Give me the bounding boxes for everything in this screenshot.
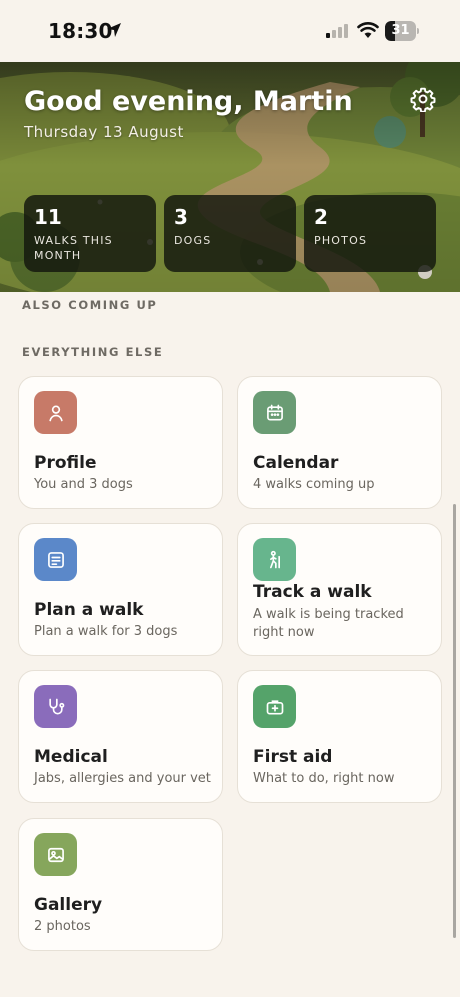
first-aid-kit-icon bbox=[253, 685, 296, 728]
stethoscope-icon bbox=[34, 685, 77, 728]
tile-first-aid[interactable]: First aid What to do, right now bbox=[237, 670, 442, 803]
walking-person-icon bbox=[253, 538, 296, 581]
stat-label: Walks this month bbox=[34, 234, 113, 262]
tile-plan-a-walk[interactable]: Plan a walk Plan a walk for 3 dogs bbox=[18, 523, 223, 656]
stat-value: 3 bbox=[174, 205, 188, 229]
tile-title: First aid bbox=[253, 747, 333, 767]
greeting-title: Good evening, Martin bbox=[24, 86, 353, 117]
tile-profile[interactable]: Profile You and 3 dogs bbox=[18, 376, 223, 509]
stat-value: 2 bbox=[314, 205, 328, 229]
tile-calendar[interactable]: Calendar 4 walks coming up bbox=[237, 376, 442, 509]
tile-title: Gallery bbox=[34, 895, 103, 915]
tile-medical[interactable]: Medical Jabs, allergies and your vet bbox=[18, 670, 223, 803]
tile-subtitle: You and 3 dogs bbox=[34, 477, 133, 492]
tile-subtitle: Jabs, allergies and your vet bbox=[34, 771, 211, 786]
tile-title: Calendar bbox=[253, 453, 339, 473]
hero-date: Thursday 13 August bbox=[24, 123, 184, 141]
battery-icon: 31 bbox=[385, 21, 419, 41]
image-icon bbox=[34, 833, 77, 876]
wifi-icon bbox=[357, 22, 379, 38]
scrollbar[interactable] bbox=[453, 504, 456, 938]
tile-track-a-walk[interactable]: Track a walk A walk is being tracked rig… bbox=[237, 523, 442, 656]
section-everything-else: Everything else bbox=[22, 345, 164, 359]
tile-title: Plan a walk bbox=[34, 600, 144, 620]
calendar-icon bbox=[253, 391, 296, 434]
stat-dogs: 3 Dogs bbox=[164, 195, 296, 272]
stat-value: 11 bbox=[34, 205, 62, 229]
location-arrow-icon bbox=[107, 23, 121, 37]
cellular-signal-icon bbox=[326, 24, 348, 38]
stat-label: Dogs bbox=[174, 234, 212, 247]
tile-subtitle: 4 walks coming up bbox=[253, 477, 375, 492]
tile-gallery[interactable]: Gallery 2 photos bbox=[18, 818, 223, 951]
tile-subtitle: A walk is being tracked right now bbox=[253, 607, 404, 640]
notes-icon bbox=[34, 538, 77, 581]
gear-icon[interactable] bbox=[410, 86, 436, 112]
status-bar: 18:30 31 bbox=[0, 0, 460, 62]
tile-title: Profile bbox=[34, 453, 97, 473]
tile-subtitle: 2 photos bbox=[34, 919, 91, 934]
battery-percentage: 31 bbox=[391, 23, 410, 38]
tile-title: Track a walk bbox=[253, 582, 372, 602]
stat-walks-this-month: 11 Walks this month bbox=[24, 195, 156, 272]
tile-subtitle: Plan a walk for 3 dogs bbox=[34, 624, 178, 639]
tile-title: Medical bbox=[34, 747, 108, 767]
stat-photos: 2 Photos bbox=[304, 195, 436, 272]
tile-subtitle: What to do, right now bbox=[253, 771, 395, 786]
hero-banner: Good evening, Martin Thursday 13 August … bbox=[0, 62, 460, 292]
status-time: 18:30 bbox=[48, 19, 113, 43]
person-icon bbox=[34, 391, 77, 434]
stat-label: Photos bbox=[314, 234, 368, 247]
section-also-coming-up: Also coming up bbox=[22, 298, 158, 312]
